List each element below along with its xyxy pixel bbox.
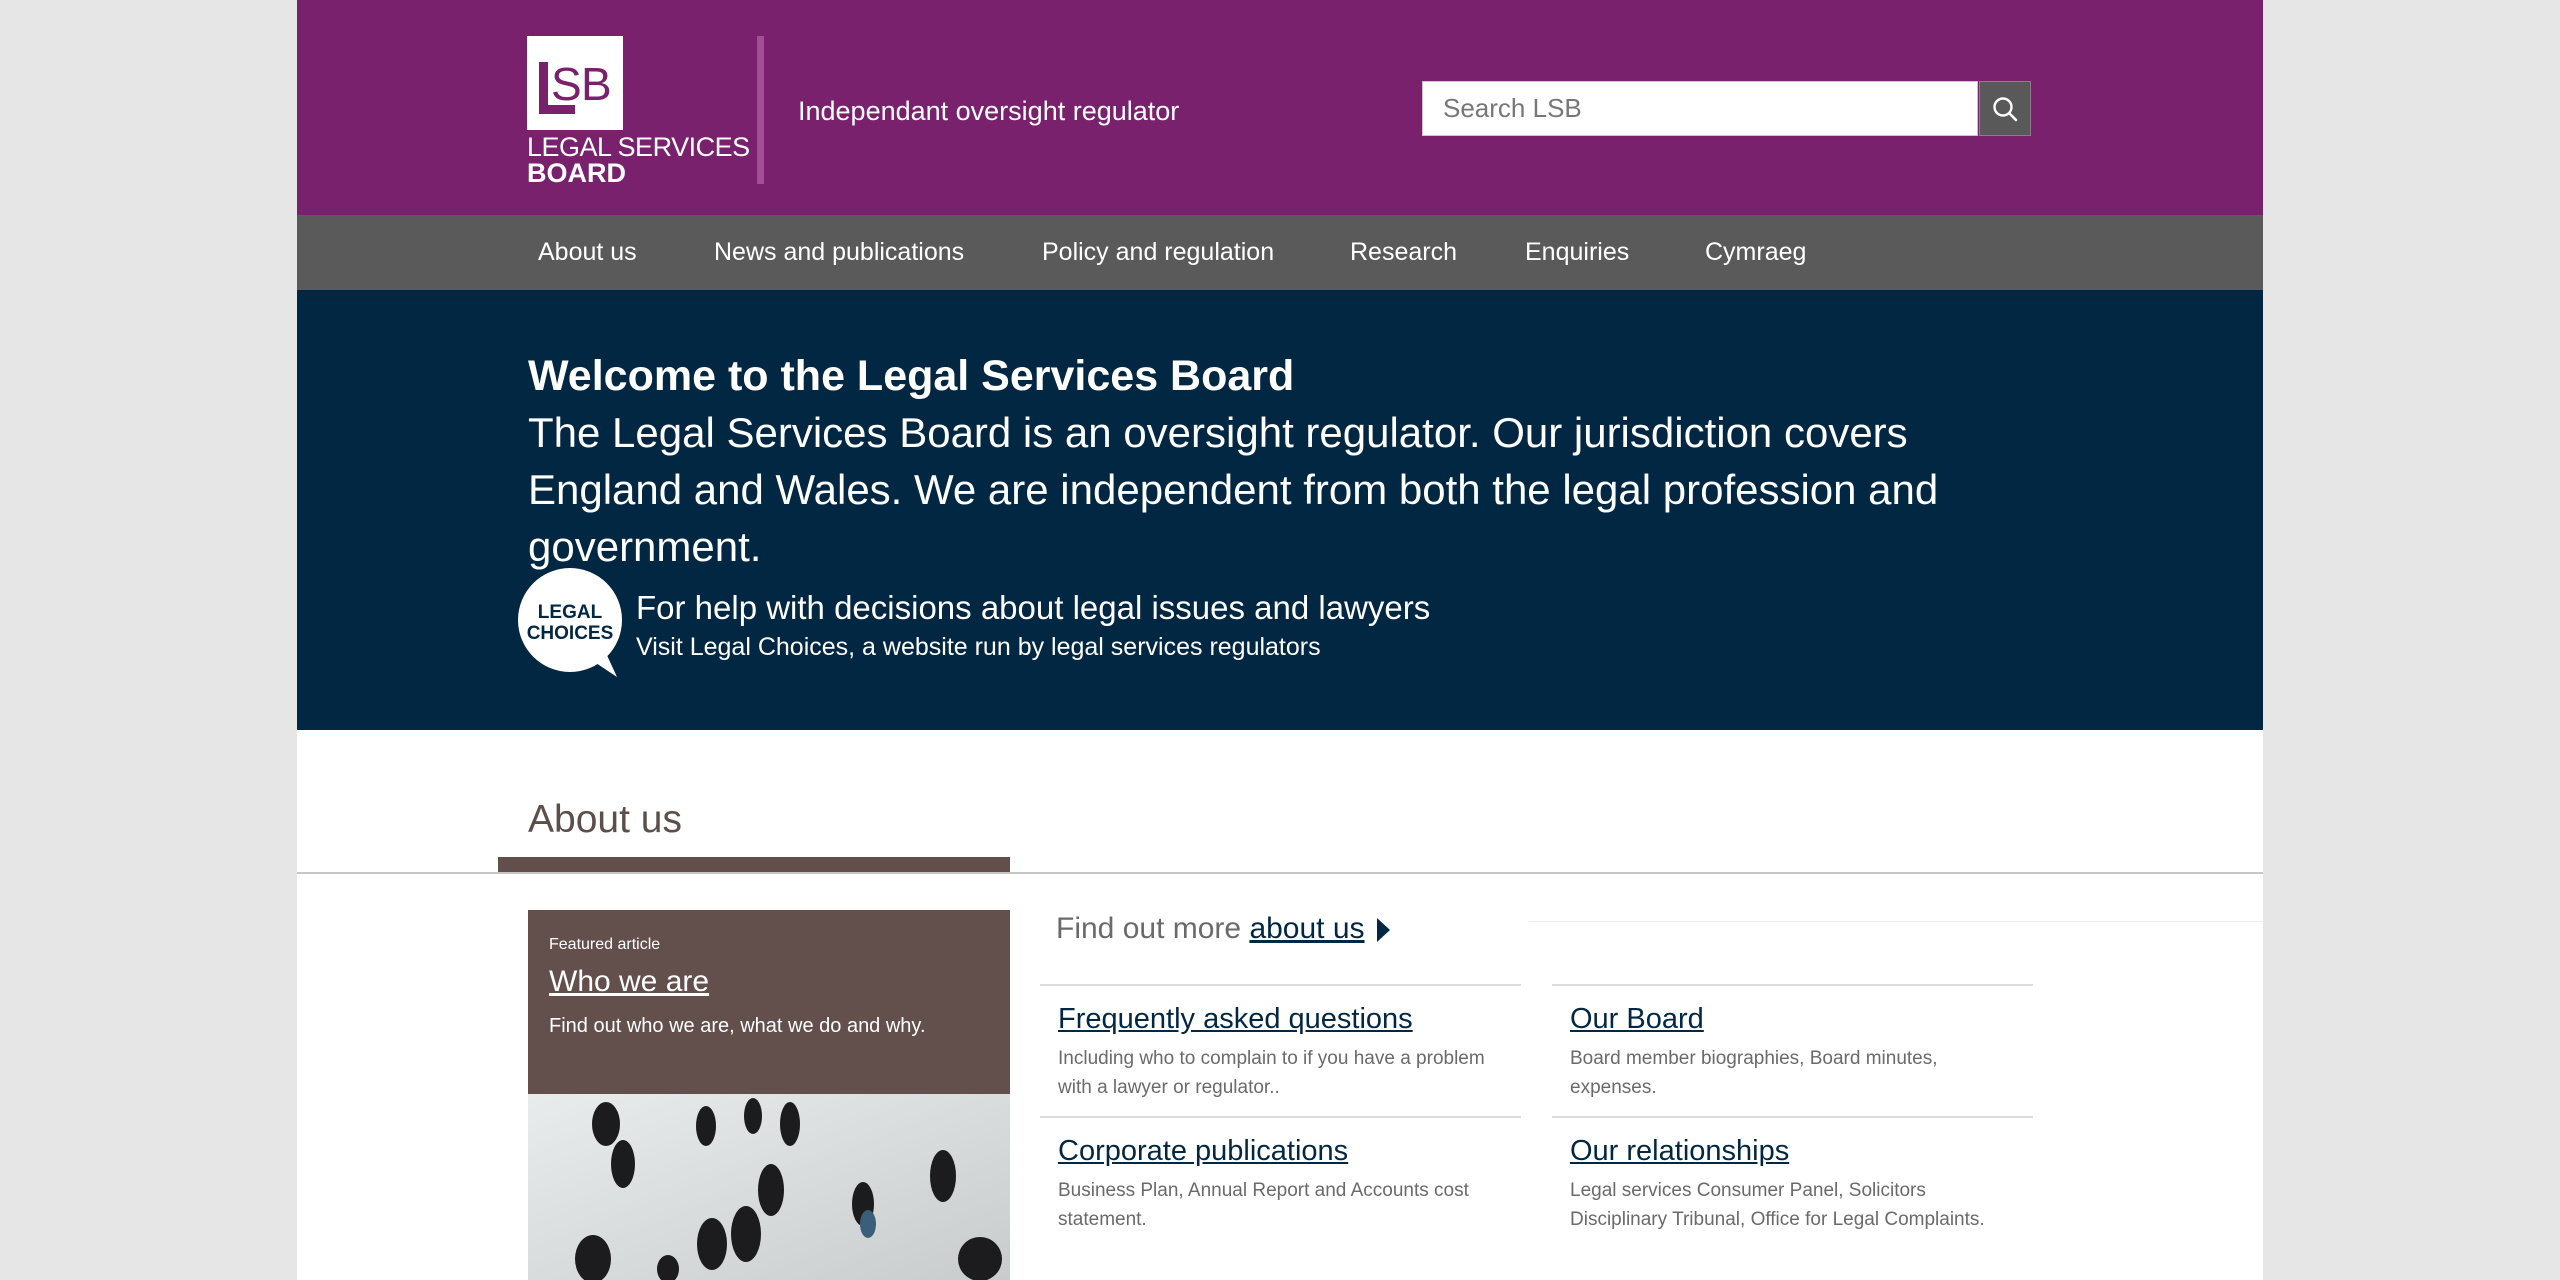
hero-title: Welcome to the Legal Services Board [528,352,1295,400]
featured-article-kicker: Featured article [549,936,661,953]
link-card-our-relationships: Our relationships Legal services Consume… [1552,1116,2033,1248]
find-out-more: Find out more about us [1056,908,1390,950]
search-icon [1993,96,2018,121]
page: S B LEGAL SERVICES BOARD Independant ove… [297,0,2263,1280]
legal-choices-logo-line1: LEGAL [538,602,603,623]
link-card-our-board: Our Board Board member biographies, Boar… [1552,984,2033,1116]
find-out-more-link[interactable]: about us [1249,912,1364,945]
link-card-title[interactable]: Our relationships [1570,1132,1789,1170]
nav-item-research[interactable]: Research [1350,215,1457,290]
section-tab-indicator [498,857,1010,872]
legal-choices-logo-line2: CHOICES [527,623,614,644]
link-card-description: Business Plan, Annual Report and Account… [1058,1180,1469,1230]
legal-choices-heading[interactable]: For help with decisions about legal issu… [636,588,1430,628]
find-out-more-prefix: Find out more [1056,912,1242,945]
legal-choices-subtext[interactable]: Visit Legal Choices, a website run by le… [636,631,1321,663]
link-card-description: Board member biographies, Board minutes,… [1570,1048,1938,1098]
section-title-about-us: About us [528,798,682,841]
faint-divider [1529,921,2263,922]
hero-banner: Welcome to the Legal Services Board The … [297,290,2263,730]
nav-item-enquiries[interactable]: Enquiries [1525,215,1629,290]
featured-article-description: Find out who we are, what we do and why. [549,1015,926,1037]
link-card-corporate-publications: Corporate publications Business Plan, An… [1040,1116,1521,1248]
featured-article-title[interactable]: Who we are [549,962,709,1002]
logo-text-board: BOARD [527,158,626,188]
svg-text:B: B [581,58,612,110]
legal-choices-logo[interactable]: LEGAL CHOICES [517,567,623,677]
hero-text: The Legal Services Board is an oversight… [528,409,1939,570]
logo-divider [757,36,764,184]
nav-item-policy-and-regulation[interactable]: Policy and regulation [1042,215,1274,290]
link-card-title[interactable]: Corporate publications [1058,1132,1348,1170]
main-nav: About us News and publications Policy an… [297,215,2263,290]
search-input[interactable] [1422,81,1978,136]
link-card-description: Legal services Consumer Panel, Solicitor… [1570,1180,1985,1230]
search-button[interactable] [1979,81,2031,136]
nav-item-news-and-publications[interactable]: News and publications [714,215,964,290]
svg-text:S: S [551,58,582,110]
link-card-faq: Frequently asked questions Including who… [1040,984,1521,1116]
link-card-title[interactable]: Frequently asked questions [1058,1000,1413,1038]
nav-item-cymraeg[interactable]: Cymraeg [1705,215,1806,290]
featured-article-card[interactable]: Featured article Who we are Find out who… [528,910,1010,1280]
featured-article-image [528,1094,1010,1280]
lsb-logo-mark: S B [527,36,623,130]
nav-item-about-us[interactable]: About us [538,215,637,290]
site-tagline: Independant oversight regulator [798,96,1180,126]
section-divider [297,872,2263,874]
link-card-title[interactable]: Our Board [1570,1000,1704,1038]
lsb-logo[interactable]: S B LEGAL SERVICES BOARD [527,36,750,188]
arrow-right-icon [1376,918,1390,943]
link-card-description: Including who to complain to if you have… [1058,1048,1485,1098]
site-header: S B LEGAL SERVICES BOARD Independant ove… [297,0,2263,215]
